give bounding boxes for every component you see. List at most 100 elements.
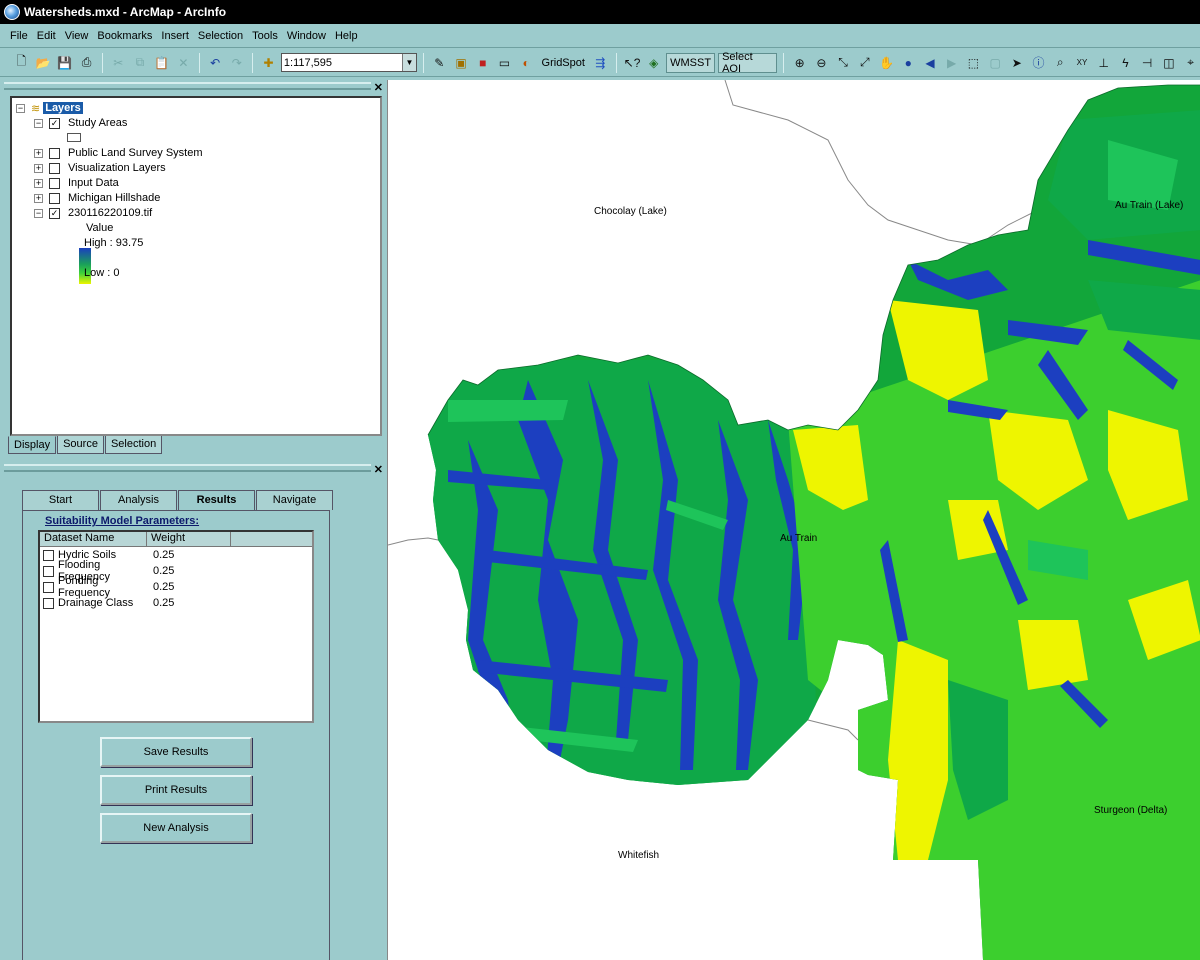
expand-icon[interactable]: + xyxy=(34,148,43,158)
whats-this-icon[interactable]: ↖? xyxy=(623,53,642,72)
column-weight[interactable]: Weight xyxy=(147,532,231,546)
legend-high-label: High : 93.75 xyxy=(84,237,144,249)
delete-icon[interactable]: ✕ xyxy=(174,53,193,72)
chevron-down-icon[interactable]: ▼ xyxy=(401,54,416,71)
find-binoculars-icon[interactable]: ⌕ xyxy=(1051,53,1070,72)
model-icon[interactable]: ⇶ xyxy=(591,53,610,72)
map-scale-dropdown[interactable]: 1:117,595 ▼ xyxy=(280,53,417,72)
new-analysis-button[interactable]: New Analysis xyxy=(100,813,252,843)
magnifier-icon[interactable]: ⌖ xyxy=(1181,53,1200,72)
toolbar-separator xyxy=(252,52,254,73)
save-results-button[interactable]: Save Results xyxy=(100,737,252,767)
close-icon[interactable]: ✕ xyxy=(374,463,383,476)
zoom-out-icon[interactable]: ⊖ xyxy=(812,53,831,72)
tab-results[interactable]: Results xyxy=(178,490,255,511)
arctoolbox-icon[interactable]: ■ xyxy=(473,53,492,72)
tab-analysis[interactable]: Analysis xyxy=(100,490,177,510)
cut-icon[interactable]: ✂ xyxy=(109,53,128,72)
select-aoi-button[interactable]: Select AOI xyxy=(718,51,778,75)
fixed-zoom-in-icon[interactable]: ⤡ xyxy=(834,53,853,72)
expand-icon[interactable]: + xyxy=(34,178,43,188)
copy-icon[interactable]: ⧉ xyxy=(131,53,150,72)
layers-root[interactable]: − ≋ Layers xyxy=(16,101,83,115)
menu-edit[interactable]: Edit xyxy=(37,30,56,42)
layer-checkbox[interactable] xyxy=(49,162,60,174)
expand-icon[interactable]: + xyxy=(34,163,43,173)
row-checkbox[interactable] xyxy=(43,565,54,577)
tab-selection[interactable]: Selection xyxy=(104,436,163,454)
layer-input-data[interactable]: + Input Data xyxy=(34,176,119,190)
layer-study-areas[interactable]: − ✓ Study Areas xyxy=(34,116,127,130)
undo-icon[interactable]: ↶ xyxy=(206,53,225,72)
hyperlink-icon[interactable]: ϟ xyxy=(1116,53,1135,72)
new-document-icon[interactable]: 🗋 xyxy=(12,53,31,72)
collapse-icon[interactable]: − xyxy=(34,208,43,218)
tab-display[interactable]: Display xyxy=(8,436,57,454)
panel-grip[interactable] xyxy=(4,464,371,472)
suitability-wizard-panel: ✕ Start Analysis Results Navigate Suitab… xyxy=(0,462,387,960)
layer-checkbox[interactable] xyxy=(49,192,60,204)
layer-checkbox[interactable]: ✓ xyxy=(49,207,60,219)
arccatalog-icon[interactable]: ▣ xyxy=(452,53,471,72)
row-checkbox[interactable] xyxy=(43,597,54,609)
panel-grip[interactable] xyxy=(4,82,371,90)
select-features-icon[interactable]: ⬚ xyxy=(964,53,983,72)
zoom-in-icon[interactable]: ⊕ xyxy=(790,53,809,72)
html-popup-icon[interactable]: ⊣ xyxy=(1138,53,1157,72)
print-icon[interactable]: ⎙ xyxy=(77,53,96,72)
fixed-zoom-out-icon[interactable]: ⤢ xyxy=(855,53,874,72)
forward-extent-icon[interactable]: ▶ xyxy=(942,53,961,72)
map-display[interactable]: Chocolay (Lake) Au Train (Lake) Au Train… xyxy=(387,80,1200,960)
table-row[interactable]: Drainage Class 0.25 xyxy=(40,595,312,611)
table-row[interactable]: Ponding Frequency 0.25 xyxy=(40,575,312,599)
close-icon[interactable]: ✕ xyxy=(374,81,383,94)
gridspot-icon[interactable]: ◐ xyxy=(517,53,536,72)
add-data-icon[interactable]: ✚ xyxy=(259,53,278,72)
full-extent-globe-icon[interactable]: ● xyxy=(899,53,918,72)
print-results-button[interactable]: Print Results xyxy=(100,775,252,805)
layer-checkbox[interactable]: ✓ xyxy=(49,117,60,129)
menu-window[interactable]: Window xyxy=(287,30,326,42)
go-to-xy-icon[interactable]: XY xyxy=(1073,53,1092,72)
clear-selection-icon[interactable]: ▢ xyxy=(986,53,1005,72)
layer-visualization[interactable]: + Visualization Layers xyxy=(34,161,166,175)
open-folder-icon[interactable]: 📂 xyxy=(34,53,53,72)
gridspot-button[interactable]: GridSpot xyxy=(539,53,588,73)
menu-help[interactable]: Help xyxy=(335,30,358,42)
menu-bookmarks[interactable]: Bookmarks xyxy=(97,30,152,42)
map-canvas[interactable] xyxy=(388,80,1200,960)
pan-hand-icon[interactable]: ✋ xyxy=(877,53,896,72)
layer-hillshade[interactable]: + Michigan Hillshade xyxy=(34,191,160,205)
command-line-icon[interactable]: ▭ xyxy=(495,53,514,72)
tab-navigate[interactable]: Navigate xyxy=(256,490,333,510)
collapse-icon[interactable]: − xyxy=(34,118,43,128)
layer-checkbox[interactable] xyxy=(49,147,60,159)
menu-view[interactable]: View xyxy=(65,30,89,42)
layer-plss[interactable]: + Public Land Survey System xyxy=(34,146,203,160)
back-extent-icon[interactable]: ◀ xyxy=(921,53,940,72)
row-checkbox[interactable] xyxy=(43,549,54,561)
tab-source[interactable]: Source xyxy=(57,436,104,454)
row-checkbox[interactable] xyxy=(43,581,54,593)
menu-insert[interactable]: Insert xyxy=(161,30,189,42)
wmsst-icon[interactable]: ◈ xyxy=(644,53,663,72)
expand-icon[interactable]: + xyxy=(34,193,43,203)
layer-checkbox[interactable] xyxy=(49,177,60,189)
layer-raster-tif[interactable]: − ✓ 230116220109.tif xyxy=(34,206,152,220)
tab-start[interactable]: Start xyxy=(22,490,99,510)
save-icon[interactable]: 💾 xyxy=(55,53,74,72)
select-elements-icon[interactable]: ➤ xyxy=(1007,53,1026,72)
data-frame-label: Layers xyxy=(43,102,83,114)
collapse-icon[interactable]: − xyxy=(16,103,25,113)
measure-icon[interactable]: ⊥ xyxy=(1094,53,1113,72)
redo-icon[interactable]: ↷ xyxy=(227,53,246,72)
paste-icon[interactable]: 📋 xyxy=(152,53,171,72)
wmsst-button[interactable]: WMSST xyxy=(666,52,716,73)
menu-tools[interactable]: Tools xyxy=(252,30,278,42)
editor-toolbar-icon[interactable]: ✎ xyxy=(430,53,449,72)
menu-selection[interactable]: Selection xyxy=(198,30,243,42)
identify-icon[interactable]: ⓘ xyxy=(1029,53,1048,72)
overview-icon[interactable]: ◫ xyxy=(1160,53,1179,72)
column-dataset-name[interactable]: Dataset Name xyxy=(40,532,147,546)
menu-file[interactable]: File xyxy=(10,30,28,42)
